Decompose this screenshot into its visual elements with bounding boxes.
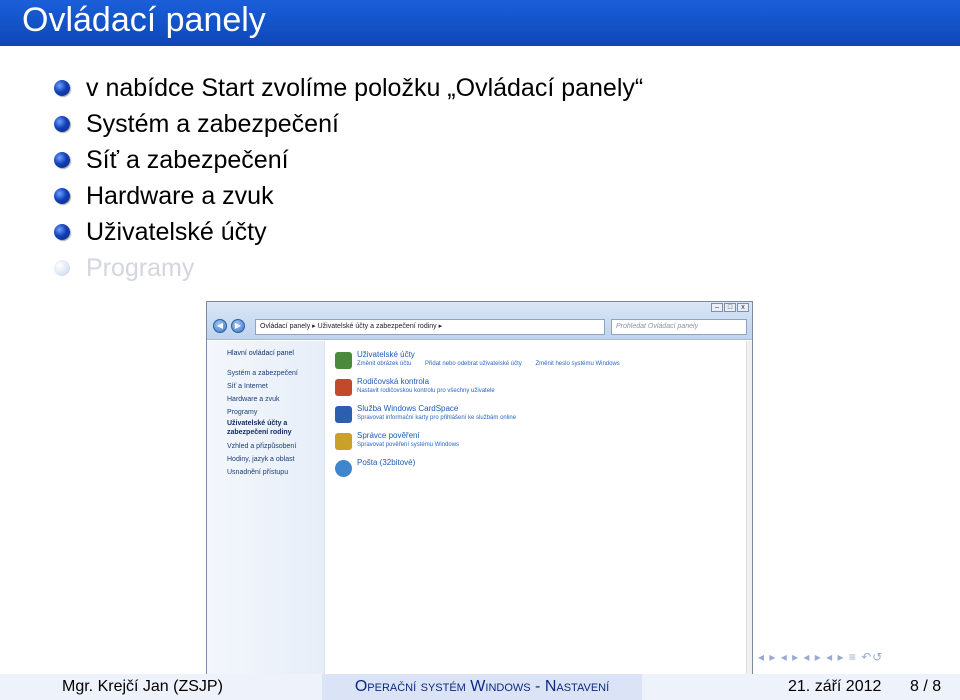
bullet-dot-icon bbox=[54, 116, 70, 132]
slide-title: Ovládací panely bbox=[22, 1, 266, 39]
category-link[interactable]: Přidat nebo odebrat uživatelské účty bbox=[425, 361, 522, 367]
category-link[interactable]: Změnit obrázek účtu bbox=[357, 361, 411, 367]
category-link[interactable]: Spravovat pověření systému Windows bbox=[357, 442, 459, 448]
category-title[interactable]: Služba Windows CardSpace bbox=[357, 403, 749, 414]
address-bar[interactable]: Ovládací panely ▸ Uživatelské účty a zab… bbox=[255, 319, 605, 335]
bullet-text: Hardware a zvuk bbox=[86, 181, 274, 210]
control-panel-screenshot: – □ x ◀ ▶ Ovládací panely ▸ Uživatelské … bbox=[206, 301, 753, 677]
category-link[interactable]: Spravovat informační karty pro přihlášen… bbox=[357, 415, 516, 421]
sidebar-item-accessibility[interactable]: Usnadnění přístupu bbox=[227, 466, 324, 479]
category-links: Změnit obrázek účtu Přidat nebo odebrat … bbox=[357, 360, 749, 369]
credential-manager-icon bbox=[335, 433, 352, 450]
category-user-accounts[interactable]: Uživatelské účty Změnit obrázek účtu Při… bbox=[333, 349, 749, 376]
category-title[interactable]: Rodičovská kontrola bbox=[357, 376, 749, 387]
beamer-navigation-icons[interactable]: ◂ ▸ ◂ ▸ ◂ ▸ ◂ ▸ ≡ ↶↺ bbox=[758, 650, 883, 664]
mail-icon bbox=[335, 460, 352, 477]
bullet-text: Programy bbox=[86, 253, 195, 282]
bullet-dot-icon bbox=[54, 80, 70, 96]
bullet-text: Systém a zabezpečení bbox=[86, 109, 339, 138]
close-icon[interactable]: x bbox=[737, 303, 749, 312]
minimize-icon[interactable]: – bbox=[711, 303, 723, 312]
category-mail[interactable]: Pošta (32bitové) bbox=[333, 457, 749, 484]
footer-page-number: 8 / 8 bbox=[910, 678, 942, 695]
sidebar-item-label: Uživatelské účty a bbox=[227, 420, 288, 427]
bullet-text: Síť a zabezpečení bbox=[86, 145, 289, 174]
sidebar-item-appearance[interactable]: Vzhled a přizpůsobení bbox=[227, 440, 324, 453]
sidebar-item-hardware[interactable]: Hardware a zvuk bbox=[227, 393, 324, 406]
bullet-dot-icon bbox=[54, 188, 70, 204]
window-titlebar: – □ x ◀ ▶ Ovládací panely ▸ Uživatelské … bbox=[207, 302, 752, 340]
category-credential-manager[interactable]: Správce pověření Spravovat pověření syst… bbox=[333, 430, 749, 457]
bullet-item: Uživatelské účty bbox=[54, 214, 643, 250]
category-link[interactable]: Nastavit rodičovskou kontrolu pro všechn… bbox=[357, 388, 495, 394]
sidebar: Hlavní ovládací panel Systém a zabezpeče… bbox=[207, 341, 325, 676]
footer-right: 21. září 2012 8 / 8 bbox=[760, 674, 960, 700]
footer-date: 21. září 2012 bbox=[788, 678, 882, 695]
sidebar-item-programs[interactable]: Programy bbox=[227, 406, 324, 419]
category-links: Spravovat informační karty pro přihlášen… bbox=[357, 414, 749, 423]
bullet-text: Uživatelské účty bbox=[86, 217, 267, 246]
category-title[interactable]: Pošta (32bitové) bbox=[357, 457, 749, 468]
bullet-dot-icon bbox=[54, 152, 70, 168]
category-links: Nastavit rodičovskou kontrolu pro všechn… bbox=[357, 387, 749, 396]
scrollbar[interactable] bbox=[746, 341, 752, 676]
footer-title: Operační systém Windows - Nastavení bbox=[354, 678, 610, 695]
bullet-list: v nabídce Start zvolíme položku „Ovládac… bbox=[54, 70, 643, 286]
bullet-item: Hardware a zvuk bbox=[54, 178, 643, 214]
sidebar-item-network[interactable]: Síť a Internet bbox=[227, 380, 324, 393]
window-controls: – □ x bbox=[711, 303, 749, 312]
bullet-item: Síť a zabezpečení bbox=[54, 142, 643, 178]
bullet-dot-icon bbox=[54, 224, 70, 240]
forward-arrow-icon[interactable]: ▶ bbox=[231, 319, 245, 333]
bullet-item-faded: Programy bbox=[54, 250, 643, 286]
cardspace-icon bbox=[335, 406, 352, 423]
sidebar-item-clock[interactable]: Hodiny, jazyk a oblast bbox=[227, 453, 324, 466]
sidebar-item-user-accounts[interactable]: Uživatelské účty a zabezpečení rodiny bbox=[227, 419, 324, 437]
category-link[interactable]: Změnit heslo systému Windows bbox=[535, 361, 619, 367]
category-title[interactable]: Správce pověření bbox=[357, 430, 749, 441]
parental-controls-icon bbox=[335, 379, 352, 396]
users-icon bbox=[335, 352, 352, 369]
category-list: Uživatelské účty Změnit obrázek účtu Při… bbox=[333, 349, 749, 484]
maximize-icon[interactable]: □ bbox=[724, 303, 736, 312]
category-cardspace[interactable]: Služba Windows CardSpace Spravovat infor… bbox=[333, 403, 749, 430]
search-input[interactable]: Prohledat Ovládací panely bbox=[611, 319, 747, 335]
back-arrow-icon[interactable]: ◀ bbox=[213, 319, 227, 333]
sidebar-item-system[interactable]: Systém a zabezpečení bbox=[227, 367, 324, 380]
sidebar-item-label: zabezpečení rodiny bbox=[227, 429, 292, 436]
bullet-text: v nabídce Start zvolíme položku „Ovládac… bbox=[86, 73, 644, 102]
category-title[interactable]: Uživatelské účty bbox=[357, 349, 749, 360]
bullet-item: v nabídce Start zvolíme položku „Ovládac… bbox=[54, 70, 643, 106]
bullet-dot-icon bbox=[54, 260, 70, 276]
slide-header: Ovládací panely bbox=[0, 0, 960, 46]
sidebar-item-home[interactable]: Hlavní ovládací panel bbox=[227, 347, 324, 360]
slide-footer: Mgr. Krejčí Jan (ZSJP) Operační systém W… bbox=[0, 674, 960, 700]
category-parental-controls[interactable]: Rodičovská kontrola Nastavit rodičovskou… bbox=[333, 376, 749, 403]
category-links: Spravovat pověření systému Windows bbox=[357, 441, 749, 450]
bullet-item: Systém a zabezpečení bbox=[54, 106, 643, 142]
footer-author: Mgr. Krejčí Jan (ZSJP) bbox=[62, 678, 223, 695]
